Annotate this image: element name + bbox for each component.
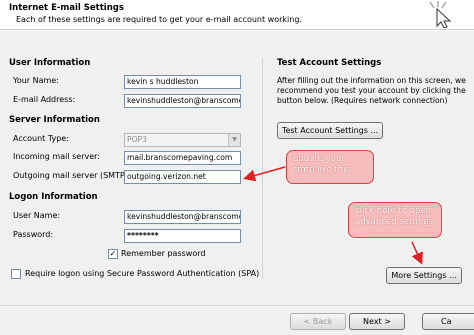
incoming-server-field[interactable]: mail.branscomepaving.com [124, 151, 241, 165]
test-account-title: Test Account Settings [277, 58, 382, 68]
outgoing-server-label: Outgoing mail server (SMTP): [13, 171, 131, 180]
cursor-icon [429, 1, 452, 28]
user-info-title: User Information [9, 58, 91, 68]
password-field[interactable]: ******** [124, 229, 241, 243]
your-name-label: Your Name: [13, 76, 59, 85]
server-info-title: Server Information [9, 115, 100, 125]
spa-label: Require logon using Secure Password Auth… [25, 269, 260, 278]
remember-password-label: Remember password [121, 249, 206, 258]
email-address-field[interactable]: kevinshuddleston@branscome [124, 94, 241, 108]
account-type-label: Account Type: [13, 134, 69, 143]
smtp-callout-line1: update your [293, 154, 345, 164]
dialog-footer: < Back Next > Ca [0, 305, 474, 335]
logon-info-title: Logon Information [9, 192, 98, 202]
spa-checkbox[interactable] [11, 269, 21, 279]
chevron-down-icon: ▼ [228, 134, 240, 146]
test-account-desc-line2: recommend you test your account by click… [277, 86, 466, 95]
account-type-value: POP3 [127, 135, 147, 144]
column-divider [262, 58, 263, 278]
email-address-label: E-mail Address: [13, 95, 76, 104]
next-button[interactable]: Next > [349, 313, 405, 330]
dialog-title: Internet E-mail Settings [9, 3, 124, 13]
dialog-subtitle: Each of these settings are required to g… [16, 15, 302, 24]
user-name-field[interactable]: kevinshuddleston@branscome [124, 210, 241, 224]
checkmark-icon: ✓ [109, 249, 117, 258]
user-name-label: User Name: [13, 211, 61, 220]
account-type-select: POP3 ▼ [124, 133, 241, 147]
advanced-settings-callout: click here to open advanced settings [348, 202, 442, 238]
more-settings-button[interactable]: More Settings ... [386, 267, 462, 284]
outgoing-server-field[interactable]: outgoing.verizon.net [124, 170, 241, 184]
password-label: Password: [13, 230, 54, 239]
test-account-settings-button[interactable]: Test Account Settings ... [277, 122, 383, 139]
dialog-header: Internet E-mail Settings Each of these s… [0, 0, 474, 30]
advanced-callout-line2: advanced settings [355, 217, 434, 227]
remember-password-checkbox[interactable]: ✓ [108, 249, 118, 259]
smtp-callout: update your smtp like this [286, 150, 374, 184]
cancel-button[interactable]: Ca [422, 313, 474, 330]
settings-panel: User Information Your Name: kevin s hudd… [0, 31, 474, 305]
test-account-desc-line1: After filling out the information on thi… [277, 76, 466, 85]
test-account-desc-line3: button below. (Requires network connecti… [277, 96, 448, 105]
advanced-callout-line1: click here to open [355, 206, 431, 216]
smtp-callout-line2: smtp like this [293, 165, 350, 175]
back-button[interactable]: < Back [290, 313, 346, 330]
incoming-server-label: Incoming mail server: [13, 152, 100, 161]
your-name-field[interactable]: kevin s huddleston [124, 75, 241, 89]
